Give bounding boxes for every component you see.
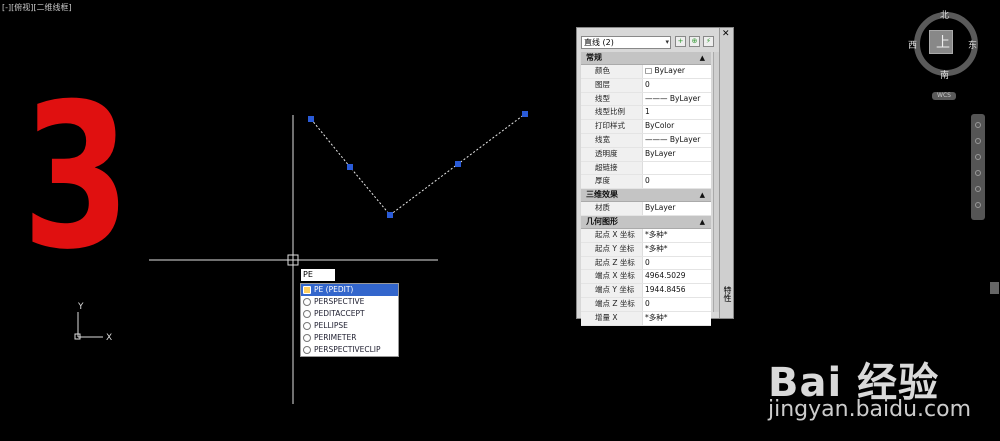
autocomplete-item-perspective[interactable]: PERSPECTIVE [301,296,398,308]
close-icon[interactable]: ✕ [722,29,730,39]
grip[interactable] [308,116,314,122]
property-row[interactable]: 起点 X 坐标 *多种* [581,228,711,243]
plus-icon: + [677,37,684,45]
autocomplete-item-perspectiveclip[interactable]: PERSPECTIVECLIP [301,344,398,356]
property-row[interactable]: 颜色 □ ByLayer [581,65,711,79]
pedit-command-icon [303,286,311,294]
properties-toolbar: 直线 (2) ▾ + ⊕ ⚡ [581,36,719,50]
collapse-icon: ▲ [699,217,705,226]
orbit-icon[interactable] [975,170,981,176]
section-geometry[interactable]: 几何图形 ▲ [581,215,711,229]
property-row[interactable]: 厚度 0 [581,175,711,190]
toggle-pickadd-button[interactable]: + [675,36,686,47]
palette-title-bar[interactable]: ✕ 特性 [719,28,733,318]
section-3d-effects[interactable]: 三维效果 ▲ [581,189,711,203]
autocomplete-list[interactable]: PE (PEDIT) PERSPECTIVE PEDITACCEPT PELLI… [300,283,399,357]
palette-title: 特性 [723,286,732,302]
chevron-down-icon: ▾ [665,38,669,46]
ucs-y-label: Y [77,302,84,312]
quick-select-button[interactable]: ⚡ [703,36,714,47]
compass-north[interactable]: 北 [940,8,949,21]
property-row[interactable]: 透明度 ByLayer [581,147,711,162]
property-row[interactable]: 端点 Y 坐标 1944.8456 [581,284,711,298]
autocomplete-item-pellipse[interactable]: PELLIPSE [301,320,398,332]
sysvar-gear-icon [303,310,311,318]
zoom-icon[interactable] [975,154,981,160]
property-row[interactable]: 增量 X *多种* [581,311,711,326]
properties-palette[interactable]: 直线 (2) ▾ + ⊕ ⚡ 常规 ▲ 颜色 □ ByLayer 图层 0 线型 ———… [576,27,734,326]
property-row[interactable]: 线型比例 1 [581,106,711,121]
sysvar-gear-icon [303,346,311,354]
property-row[interactable]: 起点 Y 坐标 *多种* [581,242,711,257]
property-grid: 常规 ▲ 颜色 □ ByLayer 图层 0 线型 ——— ByLayer 线型比例 1 … [581,52,711,326]
autocomplete-item-peditaccept[interactable]: PEDITACCEPT [301,308,398,320]
property-row[interactable]: 端点 X 坐标 4964.5029 [581,270,711,285]
sysvar-gear-icon [303,334,311,342]
grip[interactable] [522,111,528,117]
navigation-bar[interactable] [971,114,985,220]
property-row[interactable]: 材质 ByLayer [581,202,711,216]
autocomplete-item-perimeter[interactable]: PERIMETER [301,332,398,344]
pan-icon[interactable] [975,138,981,144]
select-objects-button[interactable]: ⊕ [689,36,700,47]
grip[interactable] [455,161,461,167]
navbar-menu-icon[interactable] [975,202,981,208]
baidu-watermark-url: jingyan.baidu.com [768,397,972,422]
compass-south[interactable]: 南 [940,68,949,81]
property-row[interactable]: 端点 Z 坐标 0 [581,297,711,312]
sysvar-gear-icon [303,298,311,306]
select-objects-icon: ⊕ [691,37,698,45]
property-row[interactable]: 起点 Z 坐标 0 [581,256,711,271]
grip[interactable] [347,164,353,170]
ucs-x-label: X [106,333,112,343]
viewcube-top-label: 上 [936,35,950,51]
section-general[interactable]: 常规 ▲ [581,52,711,65]
showmotion-icon[interactable] [975,186,981,192]
collapse-icon: ▲ [699,191,705,200]
property-row[interactable]: 线宽 ——— ByLayer [581,133,711,148]
steering-wheel-icon[interactable] [975,122,981,128]
property-row[interactable]: 超链接 [581,161,711,176]
viewport-scroll-handle[interactable] [990,282,999,294]
sysvar-gear-icon [303,322,311,330]
property-row[interactable]: 打印样式 ByColor [581,120,711,134]
property-row[interactable]: 线型 ——— ByLayer [581,92,711,107]
property-row[interactable]: 图层 0 [581,78,711,93]
selection-dropdown[interactable]: 直线 (2) ▾ [581,36,671,49]
quick-select-icon: ⚡ [706,37,711,45]
compass-west[interactable]: 西 [908,38,917,51]
command-input[interactable]: PE [301,269,335,281]
compass-east[interactable]: 东 [968,38,977,51]
wcs-menu[interactable]: WCS [932,92,956,100]
grip[interactable] [387,212,393,218]
collapse-icon: ▲ [699,54,705,62]
autocomplete-item-pedit[interactable]: PE (PEDIT) [301,284,398,296]
